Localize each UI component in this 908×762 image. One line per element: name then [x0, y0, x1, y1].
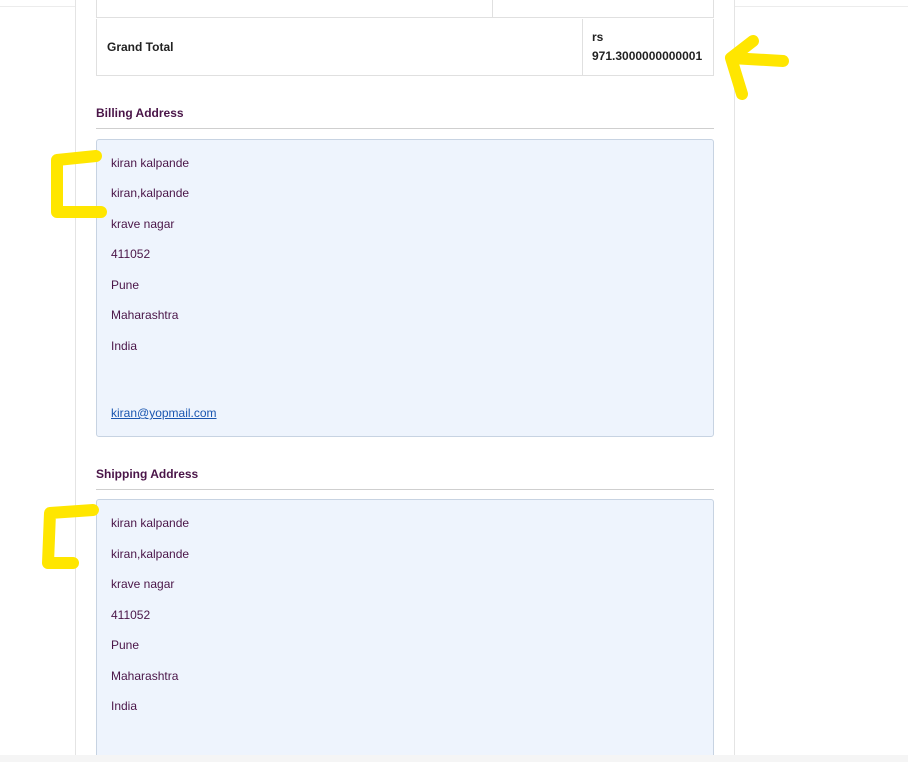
billing-name: kiran kalpande: [111, 156, 190, 170]
shipping-address-box: kiran kalpande kiran,kalpande krave naga…: [96, 499, 714, 755]
totals-previous-row: [96, 0, 714, 18]
grand-total-label: Grand Total: [97, 19, 583, 75]
billing-street: krave nagar: [111, 217, 175, 231]
billing-state: Maharashtra: [111, 308, 179, 322]
billing-email-link[interactable]: kiran@yopmail.com: [111, 406, 217, 420]
shipping-postcode: 411052: [111, 608, 151, 622]
grand-total-row: Grand Total rs 971.3000000000001: [96, 19, 714, 76]
grand-total-amount: 971.3000000000001: [592, 49, 703, 63]
billing-address-box: kiran kalpande kiran,kalpande krave naga…: [96, 139, 714, 437]
table-cell-divider: [492, 0, 493, 17]
shipping-city: Pune: [111, 638, 140, 652]
arrow-left-highlight-icon: [725, 35, 789, 100]
shipping-country: India: [111, 699, 138, 713]
billing-country: India: [111, 339, 138, 353]
email-content-column: Grand Total rs 971.3000000000001 Billing…: [75, 0, 735, 755]
billing-postcode: 411052: [111, 247, 151, 261]
billing-city: Pune: [111, 278, 140, 292]
page-bottom-band: [0, 755, 908, 762]
shipping-state: Maharashtra: [111, 669, 179, 683]
shipping-name-alt: kiran,kalpande: [111, 547, 190, 561]
billing-name-alt: kiran,kalpande: [111, 186, 190, 200]
shipping-street: krave nagar: [111, 577, 175, 591]
grand-total-currency: rs: [592, 30, 604, 44]
shipping-address-title: Shipping Address: [96, 467, 714, 490]
billing-address-title: Billing Address: [96, 106, 714, 129]
grand-total-value: rs 971.3000000000001: [583, 19, 713, 75]
shipping-name: kiran kalpande: [111, 516, 190, 530]
